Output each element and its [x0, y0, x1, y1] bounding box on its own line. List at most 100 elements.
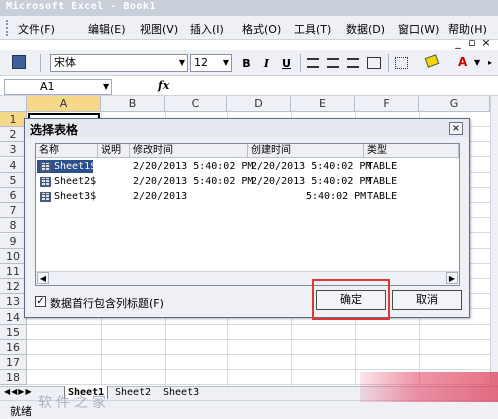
row-type: TABLE: [367, 161, 398, 172]
dialog-title: 选择表格: [30, 123, 79, 137]
row-header[interactable]: 6: [0, 188, 27, 203]
menu-tools[interactable]: 工具(T): [294, 21, 331, 37]
menu-file[interactable]: 文件(F): [18, 21, 55, 37]
menu-insert[interactable]: 插入(I): [190, 21, 224, 37]
menu-grip-handle[interactable]: [6, 20, 10, 36]
row-created: 2/20/2013 5:40:02 PM: [251, 161, 372, 172]
chevron-down-icon[interactable]: ▼: [103, 82, 109, 91]
minimize-workbook-button[interactable]: _: [452, 36, 464, 50]
select-all-corner[interactable]: [0, 96, 27, 112]
tab-sheet3[interactable]: Sheet3: [160, 386, 202, 399]
menu-edit[interactable]: 编辑(E): [88, 21, 126, 37]
row-header[interactable]: 16: [0, 340, 27, 355]
font-size-value: 12: [194, 56, 208, 69]
column-header[interactable]: G: [419, 96, 490, 112]
list-header-created[interactable]: 创建时间: [248, 144, 364, 158]
font-size-combo[interactable]: 12 ▼: [190, 54, 232, 72]
merge-center-icon[interactable]: [367, 57, 381, 69]
menu-view[interactable]: 视图(V): [140, 21, 178, 37]
list-header-desc[interactable]: 说明: [98, 144, 130, 158]
chevron-down-icon[interactable]: ▼: [474, 58, 480, 67]
scroll-left-icon[interactable]: ◀: [37, 272, 49, 284]
row-type: TABLE: [367, 191, 398, 202]
toolbar-separator: [300, 54, 301, 72]
row-name[interactable]: Sheet2$: [54, 176, 96, 187]
font-name-combo[interactable]: 宋体 ▼: [50, 54, 188, 72]
cancel-button[interactable]: 取消: [392, 290, 462, 310]
menu-format[interactable]: 格式(O): [242, 21, 281, 37]
row-header[interactable]: 17: [0, 355, 27, 370]
font-color-icon[interactable]: A: [458, 55, 467, 69]
name-box[interactable]: A1: [4, 79, 112, 95]
column-header[interactable]: E: [291, 96, 355, 112]
align-center-icon[interactable]: [327, 58, 339, 68]
row-name[interactable]: Sheet3$: [54, 191, 96, 202]
watermark-text: 软件之家: [38, 395, 110, 411]
insert-function-icon[interactable]: fx: [158, 79, 169, 92]
menu-help[interactable]: 帮助(H): [448, 21, 487, 37]
table-icon: [40, 192, 51, 202]
row-header[interactable]: 9: [0, 234, 27, 249]
grid-line: [27, 354, 490, 355]
column-header[interactable]: C: [165, 96, 227, 112]
list-header-modified[interactable]: 修改时间: [130, 144, 248, 158]
column-header[interactable]: F: [355, 96, 419, 112]
row-name[interactable]: Sheet1$: [54, 161, 96, 172]
window-title: Microsoft Excel - Book1: [6, 1, 156, 12]
tab-sheet2[interactable]: Sheet2: [112, 386, 154, 399]
status-text: 就绪: [10, 405, 32, 418]
row-type: TABLE: [367, 176, 398, 187]
row-header[interactable]: 8: [0, 218, 27, 233]
watermark-logo: [360, 372, 498, 402]
row-header[interactable]: 1: [0, 112, 27, 127]
close-workbook-button[interactable]: ×: [480, 36, 492, 50]
list-header-type[interactable]: 类型: [364, 144, 459, 158]
menu-window[interactable]: 窗口(W): [398, 21, 439, 37]
scroll-right-icon[interactable]: ▶: [446, 272, 458, 284]
row-header[interactable]: 13: [0, 294, 27, 309]
dialog-title-bar: [25, 119, 469, 137]
formula-input[interactable]: [176, 79, 490, 95]
row-modified: 2/20/2013: [133, 191, 188, 202]
row-header[interactable]: 2: [0, 127, 27, 142]
row-header[interactable]: 3: [0, 142, 27, 157]
column-header[interactable]: B: [101, 96, 165, 112]
save-icon[interactable]: [12, 55, 26, 69]
horizontal-scrollbar[interactable]: [36, 271, 459, 285]
row-created: 2/20/2013 5:40:02 PM: [251, 176, 372, 187]
toolbar-options-icon[interactable]: ▸: [488, 58, 492, 67]
table-icon: [40, 162, 51, 172]
chevron-down-icon: ▼: [222, 58, 229, 67]
grid-line: [27, 339, 490, 340]
row-header[interactable]: 5: [0, 173, 27, 188]
chevron-down-icon: ▼: [178, 58, 185, 67]
row-header[interactable]: 12: [0, 279, 27, 294]
tab-scroll-arrows[interactable]: ◀◀▶▶: [4, 387, 33, 396]
menu-data[interactable]: 数据(D): [346, 21, 385, 37]
row-header[interactable]: 18: [0, 370, 27, 385]
toolbar-separator: [40, 54, 41, 72]
borders-icon[interactable]: [395, 57, 408, 69]
list-header-name[interactable]: 名称: [36, 144, 98, 158]
checkbox-label: 数据首行包含列标题(F): [50, 297, 164, 310]
vertical-scrollbar[interactable]: [490, 96, 498, 386]
column-header[interactable]: A: [27, 96, 101, 112]
row-header[interactable]: 4: [0, 158, 27, 173]
row-header[interactable]: 7: [0, 203, 27, 218]
header-row-checkbox[interactable]: ✓: [35, 296, 46, 307]
bold-button[interactable]: B: [238, 55, 255, 72]
row-header[interactable]: 10: [0, 249, 27, 264]
restore-workbook-button[interactable]: ▫: [466, 36, 478, 50]
close-icon[interactable]: ×: [449, 122, 463, 135]
row-modified: 2/20/2013 5:40:02 PM: [133, 161, 254, 172]
column-header[interactable]: D: [227, 96, 291, 112]
italic-button[interactable]: I: [258, 55, 275, 72]
row-modified: 2/20/2013 5:40:02 PM: [133, 176, 254, 187]
align-left-icon[interactable]: [307, 58, 319, 68]
underline-button[interactable]: U: [278, 55, 295, 72]
align-right-icon[interactable]: [347, 58, 359, 68]
highlight-box: [312, 279, 390, 320]
row-header[interactable]: 11: [0, 264, 27, 279]
row-header[interactable]: 15: [0, 325, 27, 340]
row-header[interactable]: 14: [0, 310, 27, 325]
